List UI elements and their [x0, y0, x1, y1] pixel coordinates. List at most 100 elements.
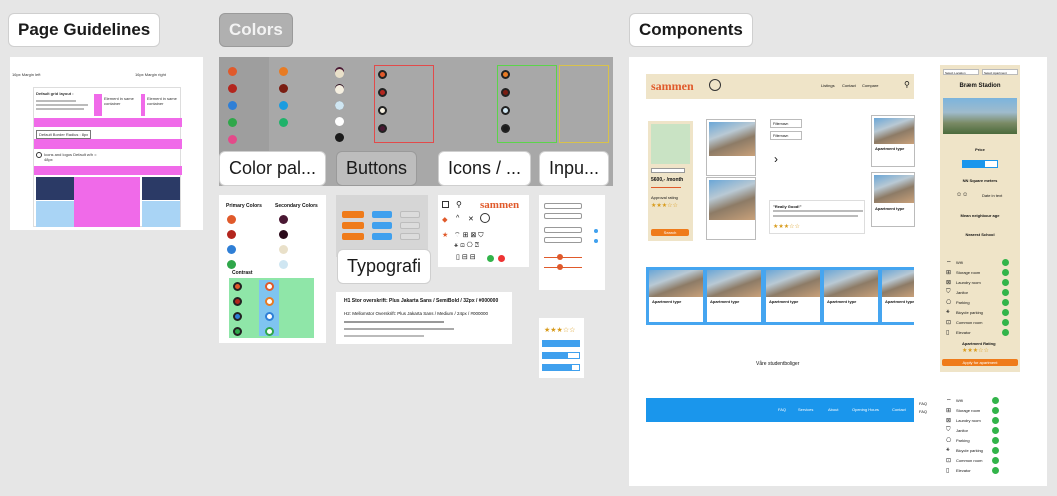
button-primary-2[interactable] — [342, 222, 364, 229]
filter-chip-2[interactable]: Filternavn — [770, 131, 802, 140]
page-guidelines-label[interactable]: Page Guidelines — [8, 13, 161, 47]
button-secondary-3[interactable] — [372, 233, 392, 240]
components-label[interactable]: Components — [629, 13, 753, 47]
select-input-1[interactable] — [544, 203, 582, 209]
icons-frame[interactable]: sammen ⚲ ⬥ ^ ✕ ★ ⌔⊞⊠⛉ ⚹⊡⎔⍰ ▯⊟⊟ — [438, 195, 529, 267]
color-palette-frame[interactable]: Primary Colors Secondary Colors Contrast — [219, 195, 326, 343]
rating-frame[interactable]: ★★★☆☆ — [539, 318, 584, 378]
page-guidelines-frame[interactable]: 16px Margin left 16px Margin right Defau… — [10, 57, 203, 230]
button-primary-1[interactable] — [342, 211, 364, 218]
button-tertiary-2[interactable] — [400, 222, 420, 229]
listing-photo-2 — [709, 180, 755, 220]
colors-label[interactable]: Colors — [219, 13, 293, 47]
search-button[interactable]: Search — [651, 229, 689, 236]
check-wifi — [1002, 259, 1009, 266]
footer-services[interactable]: Services — [798, 407, 813, 412]
vare-studentboliger: Våre studentboliger — [756, 361, 800, 367]
footer-contact[interactable]: Contact — [892, 407, 906, 412]
nav-listings[interactable]: Listings — [821, 83, 835, 88]
select-apartment[interactable]: Select Apartment — [982, 69, 1018, 75]
listing-card-2[interactable] — [706, 177, 756, 240]
margin-right-label: 16px Margin right — [135, 72, 166, 77]
slider-thumb-2[interactable] — [557, 264, 563, 270]
list-janitor-icon: ⛉ — [946, 427, 951, 433]
inputs-label[interactable]: Inpu... — [539, 151, 610, 186]
review-card[interactable]: "Really Good!" ★★★☆☆ — [769, 200, 865, 234]
swatch-2c — [279, 101, 288, 110]
apartment-rating-label: Apartment Rating — [962, 341, 996, 346]
detail-mean-age: Mean neighbour age — [960, 213, 1000, 218]
list-check-wifi — [992, 397, 999, 404]
check-parking — [1002, 299, 1009, 306]
faq-side-2[interactable]: FAQ — [919, 409, 927, 414]
detail-title: Bræm Stadion — [959, 83, 1001, 89]
chevron-up-icon: ^ — [456, 215, 460, 222]
footer-about[interactable]: About — [828, 407, 838, 412]
select-location[interactable]: Select Location — [943, 69, 979, 75]
list-check-common — [992, 457, 999, 464]
approval-stars[interactable]: ★★★☆☆ — [651, 202, 678, 209]
buttons-frame[interactable] — [336, 195, 428, 257]
location-card[interactable]: 5600,- /month Approval rating ★★★☆☆ Sear… — [648, 121, 693, 241]
radio-2[interactable] — [594, 239, 598, 243]
slider-track-2[interactable] — [544, 267, 582, 268]
list-check-laundry — [992, 417, 999, 424]
apartment-rating-stars[interactable]: ★★★☆☆ — [962, 347, 989, 354]
button-tertiary-1[interactable] — [400, 211, 420, 218]
price-slider[interactable] — [651, 187, 681, 188]
review-stars: ★★★☆☆ — [773, 224, 800, 230]
carousel-title-4: Apartment type — [827, 299, 857, 304]
carousel-card-4[interactable]: Apartment type — [824, 270, 878, 322]
carousel-card-1[interactable]: Apartment type — [649, 270, 703, 322]
apartment-card-a[interactable]: Apartment type — [871, 115, 915, 167]
header-search-icon[interactable]: ⚲ — [904, 80, 910, 89]
components-frame[interactable]: sammen Listings Contact Compare ⚲ 5600,-… — [629, 57, 1047, 486]
swatch-4a — [335, 69, 344, 78]
apartment-card-b[interactable]: Apartment type — [871, 172, 915, 227]
inputs-frame[interactable] — [539, 195, 605, 290]
footer-opening-hours[interactable]: Opening Hours — [852, 407, 879, 412]
nav-compare[interactable]: Compare — [862, 83, 878, 88]
apply-button[interactable]: Apply for apartment — [942, 359, 1018, 366]
common-room-icon: ⊡ — [946, 320, 952, 326]
button-secondary-1[interactable] — [372, 211, 392, 218]
text-input-1[interactable] — [544, 227, 582, 233]
carousel-card-3[interactable]: Apartment type — [766, 270, 820, 322]
buttons-label[interactable]: Buttons — [336, 151, 418, 186]
typography-frame[interactable]: H1 Stor overskrift: Plus Jakarta Sans / … — [336, 292, 512, 344]
list-common-icon: ⊡ — [946, 458, 952, 464]
amenity-icons-row-2: ⚹⊡⎔⍰ — [454, 242, 481, 249]
filter-chip-1[interactable]: Filternavn — [770, 119, 802, 128]
apartment-photo-b — [874, 175, 914, 203]
button-secondary-2[interactable] — [372, 222, 392, 229]
error-icon — [498, 255, 505, 262]
apartment-photo-a — [874, 118, 914, 144]
carousel-card-5[interactable]: Apartment type — [882, 270, 914, 322]
listing-photo-1 — [709, 122, 755, 156]
header-logo[interactable]: sammen — [651, 79, 694, 94]
carousel-photo-2 — [707, 270, 761, 297]
nav-contact[interactable]: Contact — [842, 83, 856, 88]
chevron-right-icon[interactable]: › — [774, 152, 778, 166]
radio-1[interactable] — [594, 229, 598, 233]
faq-side-1[interactable]: FAQ — [919, 401, 927, 406]
list-check-parking — [992, 437, 999, 444]
text-block-1 — [36, 201, 74, 227]
listing-card-1[interactable] — [706, 119, 756, 176]
footer-faq[interactable]: FAQ — [778, 407, 786, 412]
carousel-card-2[interactable]: Apartment type — [707, 270, 761, 322]
wifi-icon: ⌔ — [946, 261, 952, 267]
slider-thumb-1[interactable] — [557, 254, 563, 260]
button-primary-3[interactable] — [342, 233, 364, 240]
button-tertiary-3[interactable] — [400, 233, 420, 240]
contrast-swatch-2 — [378, 88, 387, 97]
text-input-2[interactable] — [544, 237, 582, 243]
slider-track-1[interactable] — [544, 257, 582, 258]
typography-label[interactable]: Typografi — [337, 249, 432, 284]
amenity-bicycle: Bicycle parking — [956, 310, 983, 315]
icons-label[interactable]: Icons / ... — [438, 151, 532, 186]
location-select[interactable] — [651, 168, 685, 173]
logo-sammen: sammen — [480, 199, 520, 211]
select-input-2[interactable] — [544, 213, 582, 219]
color-palette-label[interactable]: Color pal... — [219, 151, 327, 186]
